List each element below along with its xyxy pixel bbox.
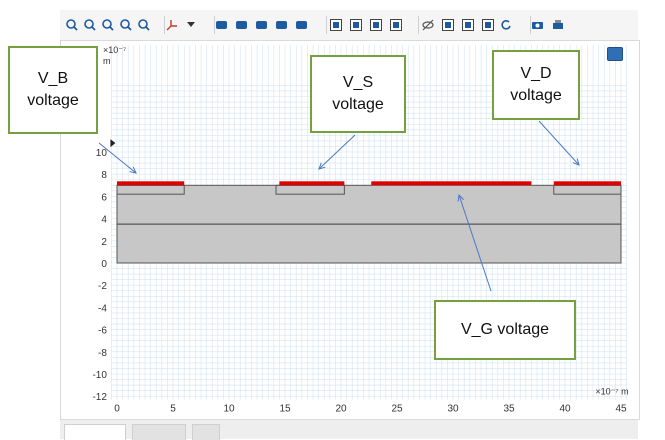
hide-icon[interactable] bbox=[419, 10, 437, 40]
y-tick-label: -10 bbox=[92, 370, 107, 381]
zoom-out-icon[interactable] bbox=[81, 10, 99, 40]
x-tick-label: 35 bbox=[503, 404, 515, 415]
contact-v-s bbox=[279, 181, 345, 186]
x-tick-label: 0 bbox=[114, 404, 120, 415]
axis-orientation-icon[interactable] bbox=[163, 10, 181, 40]
contact-v-b bbox=[117, 181, 185, 186]
y-exponent-label: ×10⁻⁷ bbox=[103, 45, 126, 55]
x-exponent-label: ×10⁻⁷ m bbox=[595, 387, 628, 397]
y-unit-label: m bbox=[103, 56, 111, 66]
y-tick-label: 6 bbox=[101, 192, 107, 203]
x-tick-label: 30 bbox=[447, 404, 459, 415]
x-tick-label: 5 bbox=[170, 404, 176, 415]
x-tick-label: 40 bbox=[559, 404, 571, 415]
show-labels-icon[interactable] bbox=[387, 10, 405, 40]
y-tick-label: 8 bbox=[101, 170, 107, 181]
show-geometry-icon[interactable] bbox=[347, 10, 365, 40]
graphics-toolbar bbox=[60, 10, 638, 41]
window-options-icon[interactable] bbox=[607, 47, 623, 61]
x-tick-label: 25 bbox=[391, 404, 403, 415]
callout-vb: V_B voltage bbox=[8, 46, 98, 134]
y-tick-label: -4 bbox=[98, 303, 107, 314]
tab-stub[interactable] bbox=[192, 424, 220, 440]
reset-view-icon[interactable] bbox=[497, 10, 515, 40]
y-tick-label: 2 bbox=[101, 237, 107, 248]
show-mesh-icon[interactable] bbox=[367, 10, 385, 40]
contact-v-g bbox=[371, 181, 532, 186]
y-tick-label: -6 bbox=[98, 326, 107, 337]
view-icon[interactable] bbox=[439, 10, 457, 40]
y-tick-label: 0 bbox=[101, 259, 107, 270]
select-all-icon[interactable] bbox=[293, 10, 311, 40]
y-tick-label: 10 bbox=[96, 148, 108, 159]
x-tick-label: 10 bbox=[223, 404, 235, 415]
y-tick-label: 4 bbox=[101, 215, 107, 226]
callout-vs: V_S voltage bbox=[310, 55, 406, 133]
select-point-icon[interactable] bbox=[273, 10, 291, 40]
print-icon[interactable] bbox=[549, 10, 567, 40]
x-tick-label: 15 bbox=[279, 404, 291, 415]
select-edge-icon[interactable] bbox=[253, 10, 271, 40]
select-boundary-icon[interactable] bbox=[233, 10, 251, 40]
bottom-tab-strip bbox=[60, 420, 638, 440]
contact-v-d bbox=[553, 181, 621, 186]
zoom-to-selection-icon[interactable] bbox=[135, 10, 153, 40]
callout-vd: V_D voltage bbox=[492, 50, 580, 120]
render-icon[interactable] bbox=[479, 10, 497, 40]
x-tick-label: 45 bbox=[615, 404, 627, 415]
y-tick-label: -12 bbox=[92, 392, 107, 403]
dropdown-arrow-icon[interactable] bbox=[183, 10, 201, 40]
y-tick-label: -2 bbox=[98, 281, 107, 292]
zoom-box-icon[interactable] bbox=[99, 10, 117, 40]
x-tick-label: 20 bbox=[335, 404, 347, 415]
zoom-in-icon[interactable] bbox=[63, 10, 81, 40]
y-tick-label: -8 bbox=[98, 348, 107, 359]
view-settings-icon[interactable] bbox=[459, 10, 477, 40]
zoom-extents-icon[interactable] bbox=[117, 10, 135, 40]
camera-icon[interactable] bbox=[529, 10, 547, 40]
tab-stub[interactable] bbox=[64, 424, 126, 440]
select-domain-icon[interactable] bbox=[213, 10, 231, 40]
callout-vg: V_G voltage bbox=[434, 300, 576, 360]
show-grid-icon[interactable] bbox=[327, 10, 345, 40]
tab-stub[interactable] bbox=[132, 424, 186, 440]
